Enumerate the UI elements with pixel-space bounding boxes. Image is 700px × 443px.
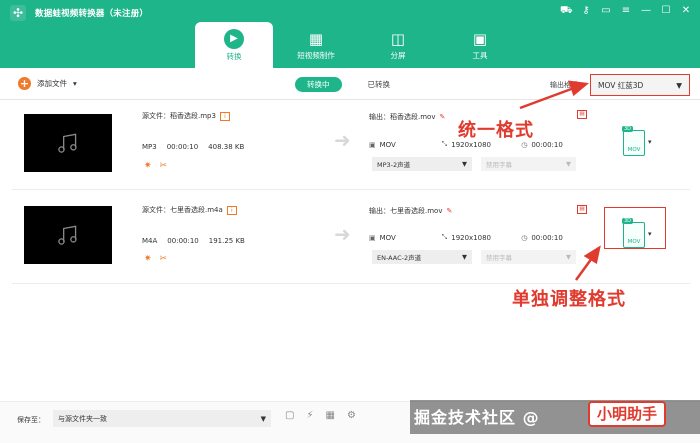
save-to-label: 保存至： (17, 416, 45, 424)
arrow-to-format-icon (574, 245, 601, 281)
save-to-select[interactable]: 与源文件夹一致 ▼ (53, 410, 271, 427)
watermark-text: 掘金技术社区 @ (414, 408, 540, 427)
watermark-author: 小明助手 (588, 401, 667, 427)
hardware-accel-icon[interactable]: ▦ (325, 410, 334, 421)
save-to-value: 与源文件夹一致 (58, 414, 107, 423)
caret-down-icon: ▼ (260, 414, 266, 423)
annotation-arrows (519, 80, 601, 281)
folder-icon[interactable]: ▢ (285, 410, 294, 421)
arrow-to-format-select (519, 80, 590, 110)
settings-icon[interactable]: ⚙ (347, 410, 356, 421)
gpu-off-icon[interactable]: ⚡ (306, 410, 313, 421)
bottom-tools: ▢ ⚡ ▦ ⚙ (285, 410, 356, 421)
